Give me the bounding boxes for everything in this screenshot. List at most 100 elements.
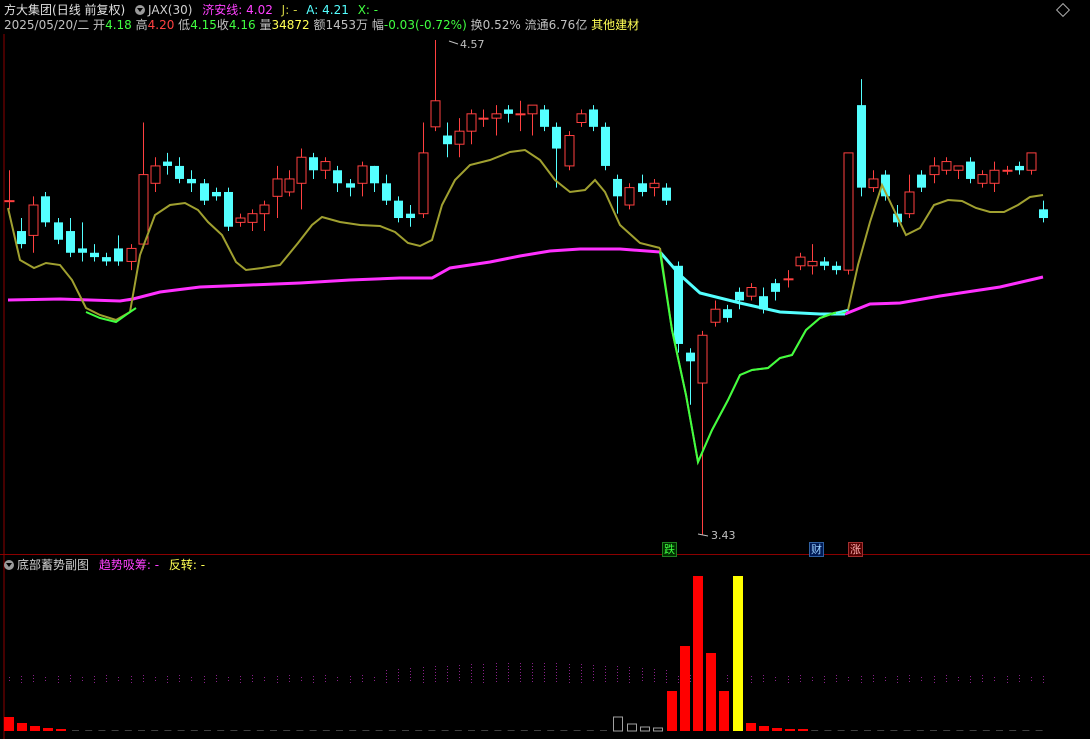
signal-bar <box>43 728 53 731</box>
candle-body <box>163 161 172 166</box>
candle-body <box>126 247 137 262</box>
sub-chart-title-row: 底部蓄势副图 趋势吸筹: - 反转: - <box>4 557 205 573</box>
tag-die: 跌 <box>662 542 677 557</box>
candle <box>941 157 952 175</box>
candle-body <box>284 178 295 193</box>
candle-body <box>296 156 307 184</box>
candle <box>224 187 233 232</box>
candle-body <box>638 183 647 192</box>
candle <box>1015 161 1024 175</box>
candle-body <box>443 135 452 145</box>
signal-bar <box>733 576 743 731</box>
candle <box>187 170 196 192</box>
candle-body <box>540 109 549 127</box>
signal-bar <box>680 646 690 731</box>
candle <box>917 170 926 192</box>
signal-bar <box>30 726 40 731</box>
candle <box>624 183 635 210</box>
candle <box>723 304 732 323</box>
candle-body <box>1002 169 1013 172</box>
candle <box>795 252 806 271</box>
indicator-lines <box>7 148 1044 466</box>
candle-body <box>200 183 209 201</box>
candle-body <box>624 187 635 206</box>
signal-bar <box>17 723 27 731</box>
candle-body <box>382 183 391 201</box>
candle-body <box>247 213 258 223</box>
candle-body <box>966 161 975 179</box>
max-price-arrow <box>448 40 459 45</box>
candle <box>989 161 1000 192</box>
candle <box>1039 200 1048 223</box>
candle-body <box>102 257 111 262</box>
candle-body <box>430 100 441 128</box>
candle-body <box>138 174 149 245</box>
candle <box>613 174 622 214</box>
candle-body <box>333 170 342 184</box>
candle-body <box>576 113 587 123</box>
signal-bar <box>785 729 795 731</box>
signal-bar <box>706 653 716 731</box>
candle <box>527 104 538 136</box>
candle <box>564 131 575 171</box>
signal-bar <box>719 691 729 731</box>
candle <box>576 109 587 127</box>
sub-chart-title[interactable]: 底部蓄势副图 <box>17 557 89 573</box>
reverse-label: 反转: <box>168 558 197 572</box>
candle <box>406 205 415 227</box>
candle-body <box>917 174 926 188</box>
candle-body <box>4 200 15 203</box>
sub-indicator-menu-icon[interactable] <box>4 560 14 570</box>
candle <box>126 244 137 271</box>
candle <box>966 157 975 184</box>
candle-body <box>454 130 465 145</box>
candle-body <box>868 178 879 189</box>
candle-body <box>41 196 50 223</box>
candle <box>78 222 87 262</box>
candle-body <box>28 204 39 236</box>
candle <box>102 252 111 266</box>
signal-bar <box>759 726 769 731</box>
candle <box>272 165 283 219</box>
candle-body <box>953 165 964 171</box>
candle-body <box>723 309 732 318</box>
candle <box>515 100 526 132</box>
candle-body <box>90 252 99 258</box>
candle <box>1002 165 1013 175</box>
candle <box>320 157 331 179</box>
candle-body <box>807 260 818 267</box>
candle <box>771 278 780 301</box>
candle <box>284 170 295 197</box>
candle <box>235 213 246 227</box>
signal-bar <box>772 728 782 731</box>
candle <box>259 200 270 232</box>
candlestick-series <box>4 40 1048 535</box>
candle <box>138 122 149 249</box>
candle-body <box>613 178 622 197</box>
candle <box>977 170 988 188</box>
candle <box>807 244 818 275</box>
candle-body <box>346 183 355 188</box>
candle <box>150 157 161 192</box>
candle <box>540 105 549 132</box>
candle <box>491 105 502 136</box>
kline-chart[interactable]: 4.57 3.43 <box>0 0 1090 739</box>
candle <box>346 178 355 197</box>
signal-bar-hollow <box>627 723 637 732</box>
candle <box>333 165 342 192</box>
candle-body <box>515 113 526 116</box>
trend-label: 趋势吸筹: <box>98 558 151 572</box>
candle <box>443 122 452 158</box>
min-price-label: 3.43 <box>711 529 736 542</box>
candle-body <box>259 204 270 215</box>
candle-body <box>941 161 952 171</box>
candle-body <box>187 178 196 184</box>
candle-body <box>686 352 695 362</box>
candle <box>309 152 318 179</box>
candle <box>66 218 75 258</box>
candle-body <box>1039 209 1048 219</box>
candle <box>746 283 757 301</box>
candle <box>175 157 184 184</box>
candle <box>163 152 172 175</box>
candle-body <box>224 191 233 227</box>
